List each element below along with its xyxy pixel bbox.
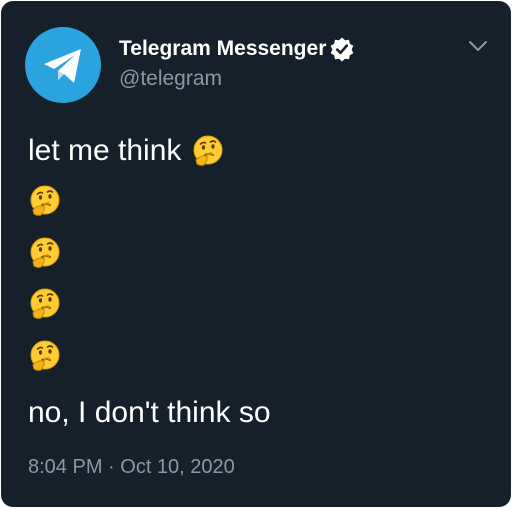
author-handle[interactable]: @telegram bbox=[119, 67, 222, 91]
tweet-text: let me think bbox=[28, 134, 182, 167]
tweet-text-line-1: let me think bbox=[28, 131, 225, 171]
display-name[interactable]: Telegram Messenger bbox=[119, 37, 326, 61]
telegram-paper-plane-icon bbox=[44, 49, 81, 83]
thinking-face-icon bbox=[28, 287, 62, 321]
tweet-card: Telegram Messenger @telegram let me thin… bbox=[1, 1, 511, 507]
chevron-down-icon[interactable] bbox=[467, 35, 489, 57]
thinking-face-icon bbox=[28, 236, 62, 270]
author-name-row: Telegram Messenger bbox=[119, 35, 355, 63]
tweet-timestamp[interactable]: 8:04 PM · Oct 10, 2020 bbox=[28, 456, 235, 479]
tweet-text: no, I don't think so bbox=[28, 396, 271, 429]
thinking-face-icon bbox=[28, 184, 62, 218]
verified-badge-icon bbox=[329, 36, 355, 62]
thinking-face-icon bbox=[28, 339, 62, 373]
tweet-text-line-6: no, I don't think so bbox=[28, 393, 271, 433]
avatar[interactable] bbox=[25, 27, 101, 103]
thinking-face-icon bbox=[191, 134, 225, 168]
